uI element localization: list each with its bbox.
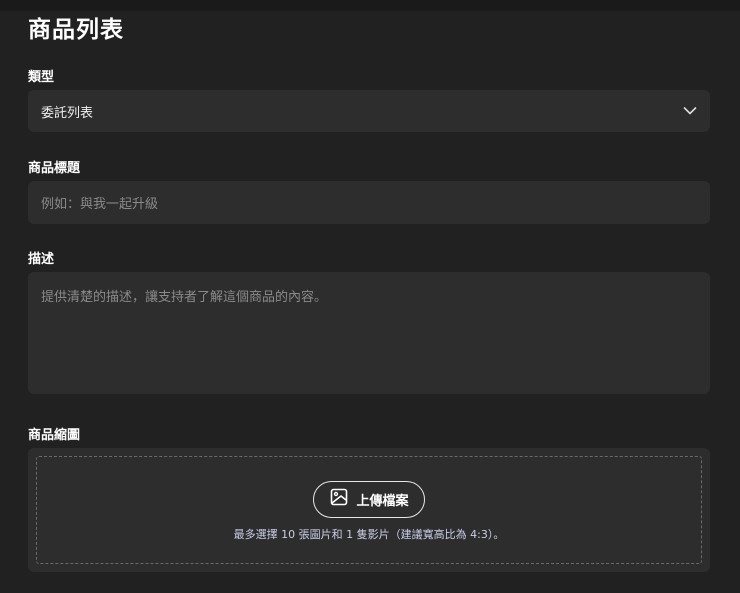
image-icon	[330, 488, 348, 510]
description-label: 描述	[28, 252, 55, 267]
description-textarea[interactable]: 提供清楚的描述，讓支持者了解這個商品的內容。	[28, 272, 710, 394]
description-placeholder: 提供清楚的描述，讓支持者了解這個商品的內容。	[41, 290, 328, 305]
page-title: 商品列表	[28, 17, 124, 43]
type-select-value: 委託列表	[41, 105, 94, 121]
upload-hint: 最多選擇 10 張圖片和 1 隻影片（建議寬高比為 4:3）。	[233, 527, 505, 541]
chevron-down-icon	[683, 104, 697, 119]
title-label: 商品標題	[28, 161, 81, 176]
title-input[interactable]: 例如：與我一起升級	[28, 181, 710, 224]
title-input-placeholder: 例如：與我一起升級	[41, 197, 159, 212]
thumbnail-dropzone[interactable]: 上傳檔案 最多選擇 10 張圖片和 1 隻影片（建議寬高比為 4:3）。	[28, 448, 710, 572]
type-select[interactable]: 委託列表	[28, 90, 710, 132]
thumbnail-label: 商品縮圖	[28, 428, 81, 443]
upload-file-button[interactable]: 上傳檔案	[313, 480, 425, 518]
type-label: 類型	[28, 70, 55, 85]
upload-file-label: 上傳檔案	[356, 493, 409, 509]
